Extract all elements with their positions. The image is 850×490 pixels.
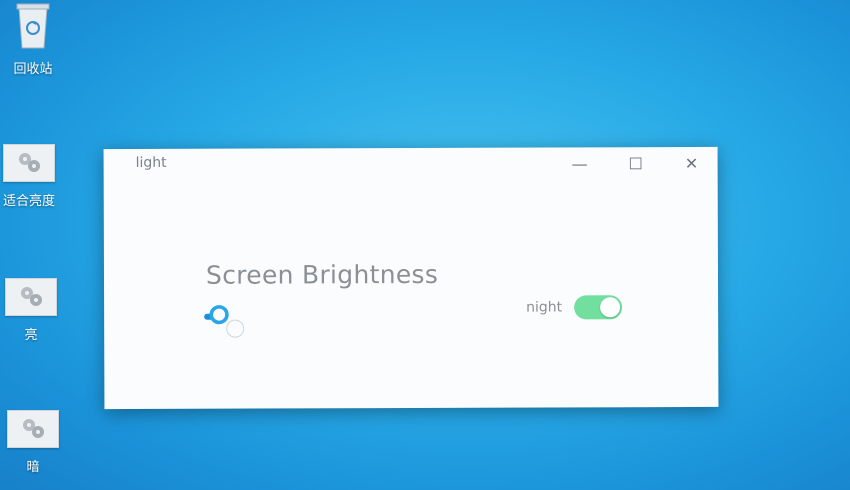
desktop: 回收站 适合亮度 亮 暗 light — ☐ ✕ Screen Brightne…: [0, 0, 850, 490]
brightness-slider[interactable]: [204, 305, 250, 338]
window-title: light: [135, 154, 167, 171]
close-button[interactable]: ✕: [678, 153, 706, 175]
desktop-icon-fit-brightness[interactable]: 适合亮度: [0, 144, 64, 209]
minimize-button[interactable]: —: [566, 153, 594, 175]
desktop-icon-recycle-bin[interactable]: 回收站: [0, 0, 68, 77]
desktop-icon-label: 亮: [24, 328, 38, 343]
cursor-hover-ring: [226, 319, 245, 338]
desktop-icon-label: 适合亮度: [2, 194, 55, 209]
desktop-icon-label: 暗: [26, 460, 40, 475]
maximize-button[interactable]: ☐: [622, 153, 650, 175]
shortcut-icon: [5, 278, 57, 316]
shortcut-icon: [3, 144, 55, 182]
night-toggle-label: night: [526, 299, 563, 316]
recycle-bin-icon: [13, 0, 53, 50]
app-window: light — ☐ ✕ Screen Brightness night: [103, 146, 719, 410]
desktop-icon-label: 回收站: [13, 62, 53, 77]
desktop-icon-dark[interactable]: 暗: [0, 410, 68, 475]
slider-handle[interactable]: [209, 305, 229, 325]
night-toggle-switch[interactable]: [574, 295, 623, 320]
desktop-icon-bright[interactable]: 亮: [0, 278, 66, 343]
screen-brightness-heading: Screen Brightness: [205, 259, 439, 290]
shortcut-icon: [7, 410, 59, 448]
toggle-thumb: [600, 297, 621, 318]
title-bar[interactable]: light — ☐ ✕: [104, 147, 718, 181]
